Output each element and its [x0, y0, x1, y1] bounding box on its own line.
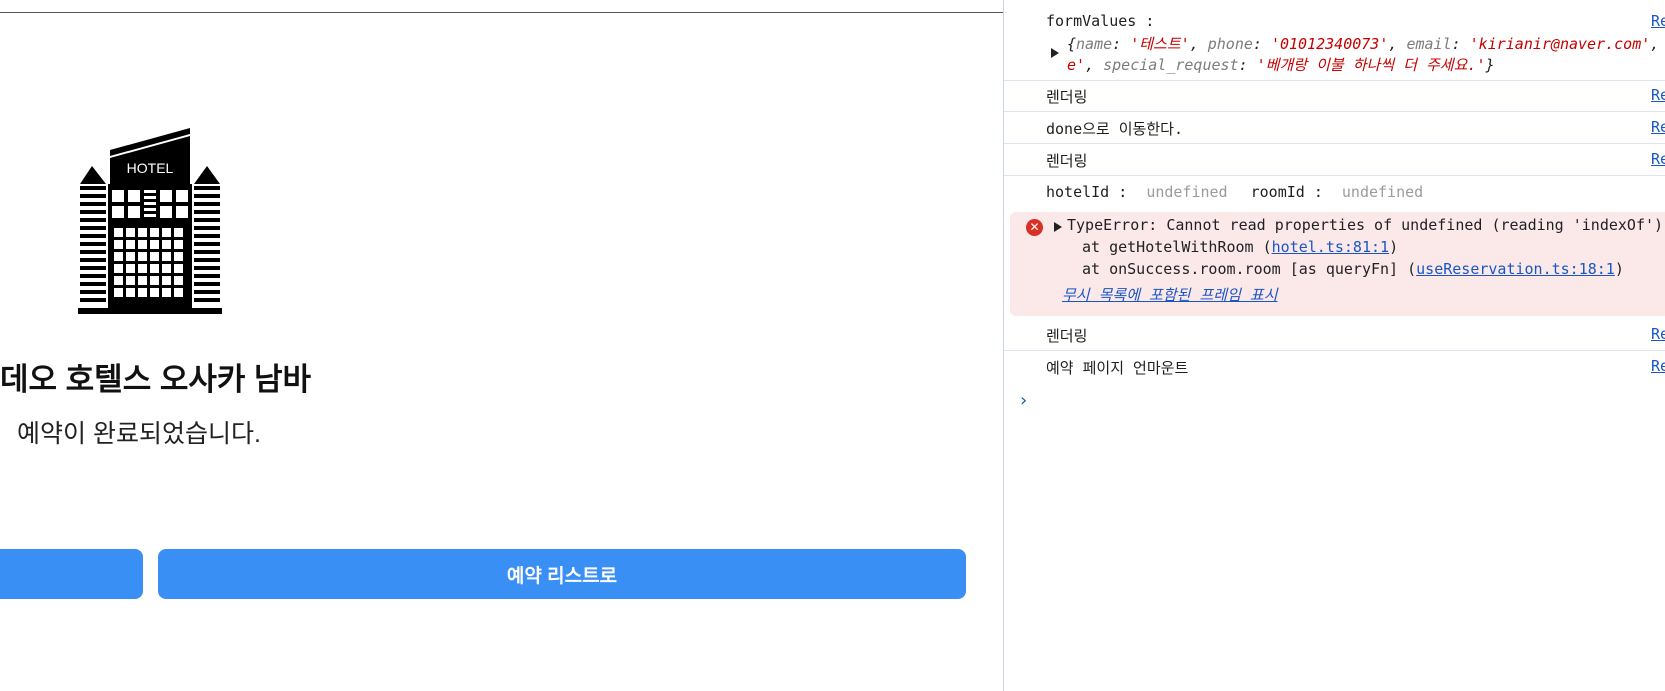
stack-link-use-reservation[interactable]: useReservation.ts:18:1: [1416, 260, 1615, 278]
reservation-done-page: HOTEL 데오 호텔스 오사카 남바 예약이 완료되었습니다. 예약 리스트로: [0, 0, 1003, 691]
console-source-link[interactable]: Re: [1651, 325, 1665, 343]
reservation-list-button[interactable]: 예약 리스트로: [158, 549, 966, 599]
console-log: 렌더링 Re: [1004, 80, 1665, 112]
expand-triangle-icon[interactable]: [1054, 222, 1062, 232]
object-token: '01012340073': [1270, 35, 1389, 53]
console-log: 예약 페이지 언마운트 Re: [1004, 350, 1665, 382]
console-source-link[interactable]: Re: [1651, 150, 1665, 168]
console-log-text: 렌더링: [1046, 152, 1088, 170]
console-log-ids: hotelId : undefined roomId : undefined: [1004, 175, 1665, 210]
form-values-object-line1[interactable]: {name: '테스트', phone: '01012340073', emai…: [1067, 33, 1659, 54]
expand-triangle-icon[interactable]: [1051, 48, 1059, 58]
room-id-value: undefined: [1341, 183, 1424, 201]
object-token: '베개랑 이불 하나씩 더 주세요.': [1256, 56, 1486, 74]
object-token: 'kirianir@naver.com': [1469, 35, 1651, 53]
reservation-done-message: 예약이 완료되었습니다.: [17, 420, 261, 448]
error-message[interactable]: TypeError: Cannot read properties of und…: [1067, 216, 1663, 234]
console-log-text: 렌더링: [1046, 327, 1088, 345]
hotel-icon-label: HOTEL: [127, 160, 174, 176]
error-icon: ✕: [1026, 219, 1043, 236]
object-token: special_request: [1103, 56, 1239, 74]
form-values-object-line2: e', special_request: '베개랑 이불 하나씩 더 주세요.'…: [1067, 54, 1495, 75]
console-prompt-chevron-icon[interactable]: ›: [1020, 390, 1027, 411]
object-token: :: [1112, 35, 1131, 53]
left-action-button[interactable]: [0, 549, 143, 599]
hotel-id-value: undefined: [1146, 183, 1228, 201]
object-token: {: [1067, 35, 1077, 53]
object-token: ,: [1189, 35, 1208, 53]
hotel-icon: HOTEL: [78, 128, 222, 314]
show-ignored-frames-link[interactable]: 무시 목록에 포함된 프레임 표시: [1062, 284, 1278, 305]
object-token: phone: [1207, 35, 1253, 53]
object-token: ,: [1650, 35, 1660, 53]
hotel-id-label: hotelId :: [1046, 183, 1128, 201]
console-error: ✕ TypeError: Cannot read properties of u…: [1010, 212, 1665, 316]
console-log: 렌더링 Re: [1004, 143, 1665, 176]
console-source-link[interactable]: Re: [1651, 86, 1665, 104]
object-token: ,: [1085, 56, 1104, 74]
stack-link-hotel[interactable]: hotel.ts:81:1: [1272, 238, 1389, 256]
object-token: :: [1252, 35, 1271, 53]
ids-log-line: hotelId : undefined roomId : undefined: [1046, 183, 1423, 201]
header-divider: [0, 12, 1003, 13]
room-id-label: roomId :: [1250, 183, 1323, 201]
stack-frame-1: at getHotelWithRoom (hotel.ts:81:1): [1082, 238, 1399, 256]
console-log: done으로 이동한다. Re: [1004, 111, 1665, 144]
console-log-text: 예약 페이지 언마운트: [1046, 359, 1189, 377]
console-log-form-values: formValues : Re {name: '테스트', phone: '01…: [1004, 0, 1665, 81]
form-values-label: formValues :: [1046, 12, 1155, 30]
object-token: :: [1451, 35, 1470, 53]
console-source-link[interactable]: Re: [1651, 357, 1665, 375]
console-log-text: 렌더링: [1046, 88, 1088, 106]
console-source-link[interactable]: Re: [1651, 12, 1665, 30]
object-token: email: [1406, 35, 1452, 53]
console-log-text: done으로 이동한다.: [1046, 120, 1183, 138]
object-token: e': [1067, 56, 1086, 74]
object-token: ,: [1388, 35, 1407, 53]
object-token: }: [1485, 56, 1495, 74]
stack-frame-2: at onSuccess.room.room [as queryFn] (use…: [1082, 260, 1624, 278]
hotel-name: 데오 호텔스 오사카 남바: [0, 362, 312, 397]
object-token: :: [1238, 56, 1257, 74]
object-token: '테스트': [1130, 35, 1190, 53]
object-token: name: [1076, 35, 1113, 53]
devtools-console: formValues : Re {name: '테스트', phone: '01…: [1003, 0, 1665, 691]
console-source-link[interactable]: Re: [1651, 118, 1665, 136]
console-log: 렌더링 Re: [1004, 318, 1665, 351]
